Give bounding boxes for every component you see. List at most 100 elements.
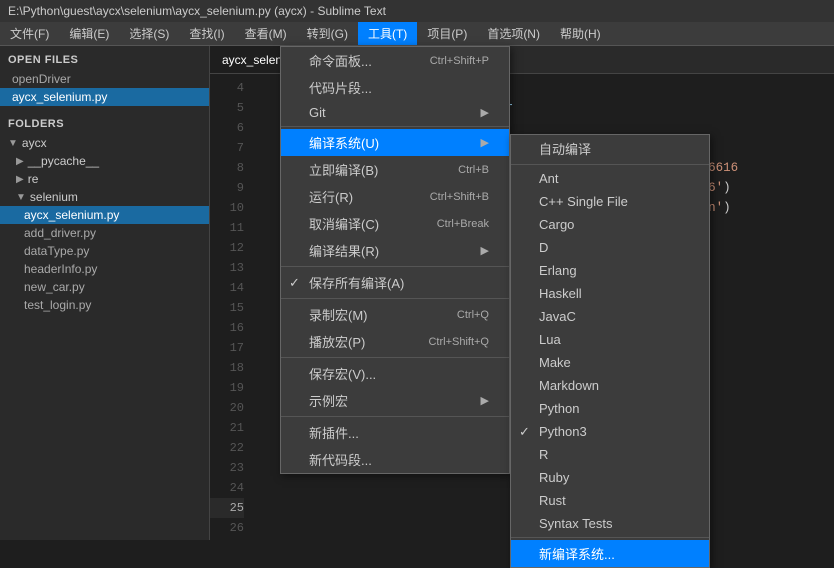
line-num-15: 15	[210, 298, 244, 318]
expand-icon: ▼	[16, 192, 26, 203]
line-num-10: 10	[210, 198, 244, 218]
sidebar-file-aycx-selenium[interactable]: aycx_selenium.py	[0, 88, 209, 106]
buildsys-erlang[interactable]: Erlang	[511, 259, 709, 282]
buildsys-ant[interactable]: Ant	[511, 167, 709, 190]
line-num-13: 13	[210, 258, 244, 278]
arrow-icon: ▶	[481, 244, 489, 257]
menu-tools[interactable]: 工具(T)	[358, 22, 417, 45]
separator2	[281, 266, 509, 267]
sidebar: OPEN FILES openDriver aycx_selenium.py F…	[0, 46, 210, 540]
menu-preferences[interactable]: 首选项(N)	[477, 22, 550, 45]
menubar: 文件(F) 编辑(E) 选择(S) 查找(I) 查看(M) 转到(G) 工具(T…	[0, 22, 834, 46]
buildsys-make[interactable]: Make	[511, 351, 709, 374]
menu-play-macro[interactable]: 播放宏(P) Ctrl+Shift+Q	[281, 328, 509, 355]
expand-icon: ▶	[16, 174, 24, 185]
buildsys-auto[interactable]: 自动编译	[511, 135, 709, 162]
line-num-17: 17	[210, 338, 244, 358]
buildsys-markdown[interactable]: Markdown	[511, 374, 709, 397]
separator	[281, 126, 509, 127]
separator2	[511, 537, 709, 538]
line-num-11: 11	[210, 218, 244, 238]
titlebar: E:\Python\guest\aycx\selenium\aycx_selen…	[0, 0, 834, 22]
line-num-22: 22	[210, 438, 244, 458]
buildsys-ruby[interactable]: Ruby	[511, 466, 709, 489]
buildsys-d[interactable]: D	[511, 236, 709, 259]
menu-command-palette[interactable]: 命令面板... Ctrl+Shift+P	[281, 47, 509, 74]
line-num-23: 23	[210, 458, 244, 478]
line-num-19: 19	[210, 378, 244, 398]
menu-example-macro[interactable]: 示例宏 ▶	[281, 387, 509, 414]
menu-file[interactable]: 文件(F)	[0, 22, 59, 45]
menu-run[interactable]: 运行(R) Ctrl+Shift+B	[281, 183, 509, 210]
menu-project[interactable]: 项目(P)	[417, 22, 477, 45]
menu-build-now[interactable]: 立即编译(B) Ctrl+B	[281, 156, 509, 183]
buildsys-cpp[interactable]: C++ Single File	[511, 190, 709, 213]
menu-save-all-builds[interactable]: 保存所有编译(A)	[281, 269, 509, 296]
buildsys-dropdown: 自动编译 Ant C++ Single File Cargo D Erlang …	[510, 134, 710, 568]
sidebar-file-opendriver[interactable]: openDriver	[0, 70, 209, 88]
line-num-4: 4	[210, 78, 244, 98]
open-files-section: OPEN FILES openDriver aycx_selenium.py	[0, 46, 209, 110]
folders-header: FOLDERS	[0, 114, 209, 134]
line-num-18: 18	[210, 358, 244, 378]
folder-aycx[interactable]: ▼ aycx	[0, 134, 209, 152]
line-num-5: 5	[210, 98, 244, 118]
expand-icon: ▶	[16, 156, 24, 167]
line-num-21: 21	[210, 418, 244, 438]
buildsys-rust[interactable]: Rust	[511, 489, 709, 512]
sidebar-file-datatype[interactable]: dataType.py	[0, 242, 209, 260]
sidebar-file-aycx-selenium-py[interactable]: aycx_selenium.py	[0, 206, 209, 224]
menu-record-macro[interactable]: 录制宏(M) Ctrl+Q	[281, 301, 509, 328]
buildsys-cargo[interactable]: Cargo	[511, 213, 709, 236]
menu-goto[interactable]: 转到(G)	[297, 22, 358, 45]
sidebar-file-new-car[interactable]: new_car.py	[0, 278, 209, 296]
folders-section: FOLDERS ▼ aycx ▶ __pycache__ ▶ re ▼ sele…	[0, 110, 209, 318]
line-num-26: 26	[210, 518, 244, 538]
buildsys-python[interactable]: Python	[511, 397, 709, 420]
menu-find[interactable]: 查找(I)	[179, 22, 234, 45]
menu-new-snippet[interactable]: 新代码段...	[281, 446, 509, 473]
menu-view[interactable]: 查看(M)	[235, 22, 297, 45]
buildsys-haskell[interactable]: Haskell	[511, 282, 709, 305]
sidebar-file-headerinfo[interactable]: headerInfo.py	[0, 260, 209, 278]
buildsys-lua[interactable]: Lua	[511, 328, 709, 351]
line-num-14: 14	[210, 278, 244, 298]
buildsys-r[interactable]: R	[511, 443, 709, 466]
buildsys-javac[interactable]: JavaC	[511, 305, 709, 328]
line-num-20: 20	[210, 398, 244, 418]
menu-build-results[interactable]: 编译结果(R) ▶	[281, 237, 509, 264]
separator	[511, 164, 709, 165]
line-num-16: 16	[210, 318, 244, 338]
buildsys-new[interactable]: 新编译系统...	[511, 540, 709, 567]
menu-snippets[interactable]: 代码片段...	[281, 74, 509, 101]
folder-re[interactable]: ▶ re	[0, 170, 209, 188]
menu-save-macro[interactable]: 保存宏(V)...	[281, 360, 509, 387]
titlebar-text: E:\Python\guest\aycx\selenium\aycx_selen…	[8, 4, 386, 18]
line-num-6: 6	[210, 118, 244, 138]
folder-selenium[interactable]: ▼ selenium	[0, 188, 209, 206]
line-num-8: 8	[210, 158, 244, 178]
buildsys-python3[interactable]: Python3	[511, 420, 709, 443]
folder-pycache[interactable]: ▶ __pycache__	[0, 152, 209, 170]
menu-select[interactable]: 选择(S)	[119, 22, 179, 45]
menu-build-system[interactable]: 编译系统(U) ▶	[281, 129, 509, 156]
arrow-icon: ▶	[481, 136, 489, 149]
sidebar-file-test-login[interactable]: test_login.py	[0, 296, 209, 314]
arrow-icon: ▶	[481, 394, 489, 407]
menu-new-plugin[interactable]: 新插件...	[281, 419, 509, 446]
menu-cancel-build[interactable]: 取消编译(C) Ctrl+Break	[281, 210, 509, 237]
line-num-25: 25	[210, 498, 244, 518]
line-num-12: 12	[210, 238, 244, 258]
open-files-header: OPEN FILES	[0, 50, 209, 70]
sidebar-file-add-driver[interactable]: add_driver.py	[0, 224, 209, 242]
separator3	[281, 298, 509, 299]
line-num-9: 9	[210, 178, 244, 198]
menu-git[interactable]: Git ▶	[281, 101, 509, 124]
line-numbers: 4 5 6 7 8 9 10 11 12 13 14 15 16 17 18 1…	[210, 74, 250, 540]
buildsys-syntax-tests[interactable]: Syntax Tests	[511, 512, 709, 535]
menu-edit[interactable]: 编辑(E)	[59, 22, 119, 45]
menu-help[interactable]: 帮助(H)	[550, 22, 611, 45]
arrow-icon: ▶	[481, 106, 489, 119]
line-num-24: 24	[210, 478, 244, 498]
line-num-7: 7	[210, 138, 244, 158]
